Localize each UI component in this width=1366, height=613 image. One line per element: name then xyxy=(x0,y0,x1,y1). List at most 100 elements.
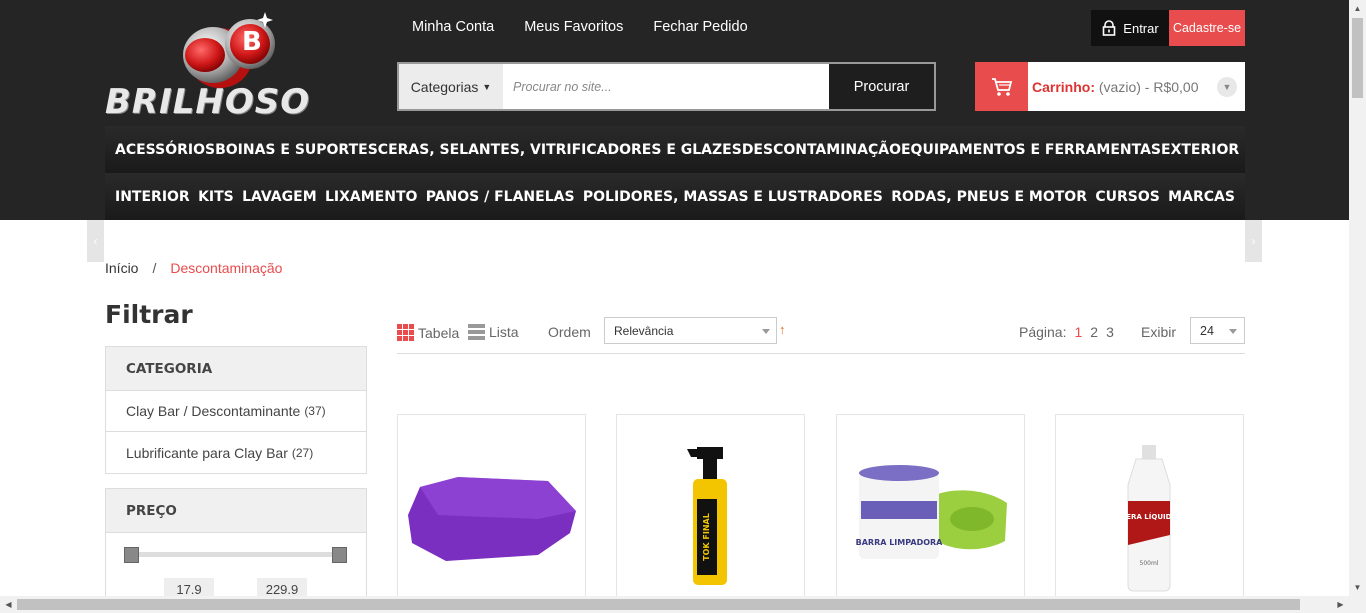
price-slider-track[interactable] xyxy=(127,552,342,557)
search-button-label: Procurar xyxy=(853,78,910,95)
page-link-2[interactable]: 2 xyxy=(1090,324,1098,340)
cart-icon-box xyxy=(975,62,1028,111)
breadcrumb-separator: / xyxy=(152,260,157,276)
product-card[interactable] xyxy=(397,414,586,613)
price-filter: PREÇO xyxy=(105,488,367,598)
price-slider-max-handle[interactable] xyxy=(332,547,347,563)
scroll-up-icon[interactable]: ▲ xyxy=(1349,0,1366,17)
category-filter-heading: CATEGORIA xyxy=(106,347,366,391)
breadcrumb-current[interactable]: Descontaminação xyxy=(170,260,282,276)
chevron-down-icon xyxy=(762,329,770,334)
product-4-volume: 500ml xyxy=(1140,560,1159,567)
vertical-scrollbar[interactable]: ▲ ▼ xyxy=(1349,0,1366,613)
login-label: Entrar xyxy=(1123,20,1159,36)
show-value: 24 xyxy=(1200,323,1214,338)
search-button[interactable]: Procurar xyxy=(829,64,934,109)
nav-item-rodas[interactable]: RODAS, PNEUS E MOTOR xyxy=(891,189,1087,205)
nav-item-kits[interactable]: KITS xyxy=(198,189,234,205)
product-toolbar: Tabela Lista Ordem Relevância ↑ Página: … xyxy=(397,316,1245,354)
chevron-down-icon[interactable]: ▼ xyxy=(1217,77,1237,97)
nav-item-marcas[interactable]: MARCAS xyxy=(1168,189,1235,205)
checkout-link[interactable]: Fechar Pedido xyxy=(653,19,747,35)
page: BRILHOSO B Minha Conta Meus Favoritos Fe… xyxy=(0,0,1366,613)
filter-title: Filtrar xyxy=(105,300,193,329)
brand-name: BRILHOSO xyxy=(105,82,311,122)
product-image: TOK FINAL xyxy=(687,447,727,585)
product-4-label: CERA LÍQUIDA xyxy=(1121,512,1177,521)
horizontal-scroll-thumb[interactable] xyxy=(17,599,1300,610)
filter-item-count: (27) xyxy=(291,445,314,460)
login-button[interactable]: Entrar xyxy=(1091,10,1169,46)
filter-item-lubrificante[interactable]: Lubrificante para Clay Bar (27) xyxy=(106,432,366,473)
carousel-prev-arrow-icon[interactable]: ‹ xyxy=(87,220,104,262)
view-list-toggle[interactable]: Lista xyxy=(468,324,519,340)
product-card[interactable]: BARRA LIMPADORA xyxy=(836,414,1025,613)
nav-item-panos[interactable]: PANOS / FLANELAS xyxy=(426,189,575,205)
nav-item-boinas[interactable]: BOINAS E SUPORTES xyxy=(215,142,378,158)
nav-item-equipamentos[interactable]: EQUIPAMENTOS E FERRAMENTAS xyxy=(901,142,1161,158)
search-input[interactable] xyxy=(503,64,829,109)
scroll-right-icon[interactable]: ▶ xyxy=(1332,596,1349,613)
cart-icon xyxy=(991,77,1012,96)
signup-button[interactable]: Cadastre-se xyxy=(1169,10,1245,46)
search-category-label: Categorias xyxy=(410,78,479,95)
product-image xyxy=(408,477,576,561)
grid-icon xyxy=(397,324,414,341)
pagination: Página: 1 2 3 xyxy=(1019,324,1114,340)
category-filter: CATEGORIA Clay Bar / Descontaminante (37… xyxy=(105,346,367,474)
nav-item-descontaminacao[interactable]: DESCONTAMINAÇÃO xyxy=(742,142,901,158)
carousel-next-arrow-icon[interactable]: › xyxy=(1245,220,1262,262)
show-label: Exibir xyxy=(1141,324,1177,340)
price-slider-min-handle[interactable] xyxy=(124,547,139,563)
vertical-scroll-thumb[interactable] xyxy=(1352,18,1363,98)
breadcrumb-home[interactable]: Início xyxy=(105,260,138,276)
product-card[interactable]: CERA LÍQUIDA 500ml xyxy=(1055,414,1244,613)
cart-widget[interactable]: Carrinho: (vazio) - R$0,00 ▼ xyxy=(975,62,1245,111)
nav-item-exterior[interactable]: EXTERIOR xyxy=(1161,142,1239,158)
page-label: Página: xyxy=(1019,324,1067,340)
favorites-link[interactable]: Meus Favoritos xyxy=(524,19,623,35)
horizontal-scrollbar[interactable]: ◀ ▶ xyxy=(0,596,1349,613)
nav-item-polidores[interactable]: POLIDORES, MASSAS E LUSTRADORES xyxy=(583,189,883,205)
product-3-label: BARRA LIMPADORA xyxy=(856,538,944,547)
page-link-3[interactable]: 3 xyxy=(1106,324,1114,340)
caret-down-icon: ▼ xyxy=(482,81,492,92)
product-2-label: TOK FINAL xyxy=(702,513,711,561)
list-icon xyxy=(468,324,485,340)
show-per-page-select[interactable]: 24 xyxy=(1190,317,1245,344)
view-list-label: Lista xyxy=(489,324,519,340)
search-bar: Categorias ▼ Procurar xyxy=(397,62,936,111)
price-filter-heading: PREÇO xyxy=(106,489,366,533)
filter-item-label: Lubrificante para Clay Bar xyxy=(126,444,288,461)
chevron-down-icon xyxy=(1229,329,1237,334)
scroll-down-icon[interactable]: ▼ xyxy=(1349,579,1366,596)
search-category-dropdown[interactable]: Categorias ▼ xyxy=(399,64,503,109)
view-table-toggle[interactable]: Tabela xyxy=(397,324,459,341)
scroll-left-icon[interactable]: ◀ xyxy=(0,596,17,613)
order-label: Ordem xyxy=(548,324,591,340)
cart-summary: Carrinho: (vazio) - R$0,00 xyxy=(1028,79,1198,95)
cart-label: Carrinho: xyxy=(1032,78,1095,95)
breadcrumb: Início / Descontaminação xyxy=(105,260,282,276)
nav-item-ceras[interactable]: CERAS, SELANTES, VITRIFICADORES E GLAZES xyxy=(378,142,742,158)
sort-arrow-icon[interactable]: ↑ xyxy=(779,322,786,337)
product-image: CERA LÍQUIDA 500ml xyxy=(1121,445,1177,592)
nav-item-lixamento[interactable]: LIXAMENTO xyxy=(325,189,417,205)
cart-status: (vazio) - R$0,00 xyxy=(1098,78,1199,95)
nav-item-cursos[interactable]: CURSOS xyxy=(1095,189,1160,205)
product-card[interactable]: TOK FINAL xyxy=(616,414,805,613)
nav-item-interior[interactable]: INTERIOR xyxy=(115,189,190,205)
nav-item-lavagem[interactable]: LAVAGEM xyxy=(242,189,317,205)
top-links: Minha Conta Meus Favoritos Fechar Pedido xyxy=(412,19,748,35)
filter-item-label: Clay Bar / Descontaminante xyxy=(126,403,301,419)
nav-item-acessorios[interactable]: ACESSÓRIOS xyxy=(115,142,215,158)
my-account-link[interactable]: Minha Conta xyxy=(412,19,494,35)
filter-item-clay-bar[interactable]: Clay Bar / Descontaminante (37) xyxy=(106,391,366,432)
order-select[interactable]: Relevância xyxy=(604,317,777,344)
site-header: BRILHOSO B Minha Conta Meus Favoritos Fe… xyxy=(0,0,1349,220)
order-value: Relevância xyxy=(614,323,674,338)
page-link-1[interactable]: 1 xyxy=(1074,324,1082,340)
view-table-label: Tabela xyxy=(418,324,460,341)
lock-icon xyxy=(1102,20,1116,36)
brand-logo[interactable]: BRILHOSO B xyxy=(105,10,370,122)
